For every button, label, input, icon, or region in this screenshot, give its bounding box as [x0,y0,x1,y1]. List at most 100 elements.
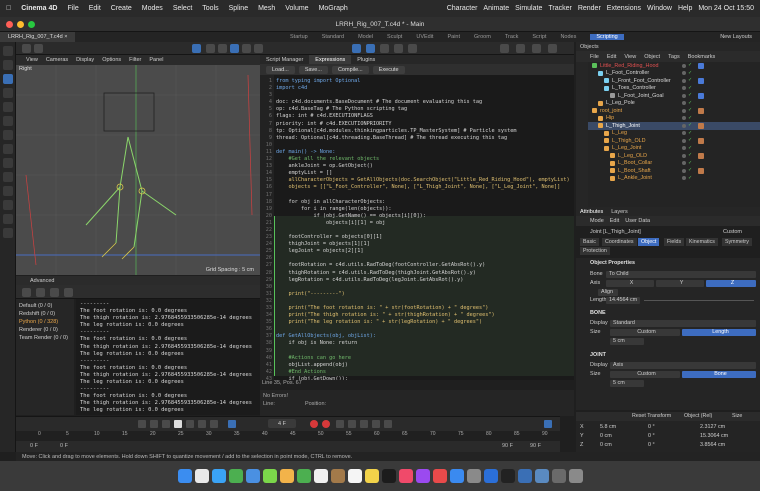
loop-icon[interactable] [228,420,236,428]
reset-transform-button[interactable]: Reset Transform [632,413,671,419]
layout-model[interactable]: Model [358,34,373,40]
object-tag-icon[interactable] [698,137,704,144]
notes-icon[interactable] [364,469,379,483]
object-item[interactable]: L_Foot_Joint_Goal ✓ [588,92,760,100]
layout-script[interactable]: Script [532,34,546,40]
save-button[interactable]: Save... [298,65,328,74]
timeline-ruler[interactable]: 0 5 10 15 20 25 30 35 40 45 50 55 60 65 70 75 80 85 90 [16,431,560,441]
object-tag-icon[interactable] [698,152,704,159]
vp-menu-display[interactable]: Display [76,57,94,63]
tab-layers[interactable]: Layers [611,209,628,215]
layout-nodes[interactable]: Nodes [560,34,576,40]
execute-button[interactable]: Execute [372,65,405,74]
go-to-start-icon[interactable] [138,420,146,428]
maps-icon[interactable] [262,469,277,483]
code-line[interactable]: print("The leg rotation is: " + str(legR… [276,319,574,326]
scale-key-icon[interactable] [372,420,380,428]
enabled-check-icon[interactable]: ✓ [688,123,693,128]
tab-script-manager[interactable]: Script Manager [260,55,309,64]
coord-size[interactable]: 2.3127 cm [700,423,725,431]
enabled-check-icon[interactable]: ✓ [688,115,693,121]
coord-pos[interactable]: 0 cm [600,432,612,440]
length-field[interactable]: 14.4564 cm [606,296,640,304]
menu-spline[interactable]: Spline [229,5,248,12]
code-line[interactable]: objects = [["L_Foot_Controller", None], … [276,184,574,191]
menu-modes[interactable]: Modes [142,5,163,12]
cube-icon[interactable] [206,44,215,53]
layout-paint[interactable]: Paint [447,34,460,40]
object-name[interactable]: L_Foot_Joint_Goal [618,93,664,99]
model-mode-icon[interactable] [192,44,201,53]
clear-console-icon[interactable] [22,288,31,297]
layout-standard[interactable]: Standard [322,34,344,40]
menu-tools[interactable]: Tools [202,5,218,12]
enabled-check-icon[interactable]: ✓ [688,70,693,76]
subtab-kinematics[interactable]: Kinematics [686,238,718,246]
code-line[interactable]: thread: Optional[c4d.threading.BaseThrea… [276,135,574,142]
visibility-dot-icon[interactable] [682,153,686,158]
object-name[interactable]: L_Leg_Joint [612,145,641,151]
display-dropdown[interactable]: Standard [610,319,756,327]
code-line[interactable]: allCharacterObjects = GetAllObjects(doc.… [276,177,574,184]
size-field[interactable]: 5 cm [610,337,644,345]
code-line[interactable]: tp: Optional[c4d.modules.thinkingparticl… [276,128,574,135]
object-item[interactable]: L_Thigh_OLD ✓ [588,137,760,145]
mail-icon[interactable] [245,469,260,483]
source-renderer[interactable]: Renderer (0 / 0) [19,326,71,334]
downloads-icon[interactable] [551,469,566,483]
enabled-check-icon[interactable]: ✓ [688,160,693,166]
subtab-protection[interactable]: Protection [580,247,610,255]
code-line[interactable]: legJoint = objects[2][1] [276,248,574,255]
menu-tracker[interactable]: Tracker [548,5,571,12]
prev-key-icon[interactable] [150,420,158,428]
object-item[interactable]: L_Toes_Controller ✓ [588,85,760,93]
enabled-check-icon[interactable]: ✓ [688,168,693,173]
code-line[interactable] [276,227,574,234]
menu-render[interactable]: Render [578,5,601,12]
object-tag-icon[interactable] [698,107,704,114]
undo-icon[interactable] [22,44,31,53]
reminders-icon[interactable] [347,469,362,483]
bone-dropdown[interactable]: To Child [606,270,756,278]
new-layouts-button[interactable]: New Layouts [720,34,752,40]
code-line[interactable]: #Actions can go here [276,355,574,362]
menu-window[interactable]: Window [647,5,672,12]
zoom-window-button[interactable] [28,21,35,28]
object-item[interactable]: L_Leg_OLD ✓ [588,152,760,160]
code-line[interactable] [276,92,574,99]
code-line[interactable]: op: c4d.BaseTag # The Python scripting t… [276,106,574,113]
object-name[interactable]: Little_Red_Riding_Hood [600,63,658,69]
coord-rot[interactable]: 0 ° [648,432,655,440]
layout-startup[interactable]: Startup [290,34,308,40]
menu-file[interactable]: File [67,5,78,12]
attr-menu-mode[interactable]: Mode [590,218,604,224]
code-line[interactable]: def main() -> None: [276,149,574,156]
menu-simulate[interactable]: Simulate [515,5,542,12]
select-tool-icon[interactable] [3,46,13,56]
code-line[interactable] [276,255,574,262]
tab-expressions[interactable]: Expressions [309,55,352,64]
launchpad-icon[interactable] [194,469,209,483]
object-item[interactable]: L_Boot_Shaft ✓ [588,167,760,175]
visibility-dot-icon[interactable] [682,123,686,128]
layout-track[interactable]: Track [505,34,519,40]
code-line[interactable]: emptyList = [] [276,170,574,177]
facetime-icon[interactable] [296,469,311,483]
rotate-tool-icon[interactable] [3,102,13,112]
object-name[interactable]: L_Ankle_Joint [618,175,652,181]
visibility-dot-icon[interactable] [682,131,686,136]
object-tag-icon[interactable] [698,92,704,99]
panel-d-icon[interactable] [548,44,557,53]
om-menu-tags[interactable]: Tags [668,54,680,60]
tab-attributes[interactable]: Attributes [580,209,603,215]
object-name[interactable]: L_Front_Foot_Controller [612,78,671,84]
code-line[interactable]: print("---------") [276,291,574,298]
contacts-icon[interactable] [330,469,345,483]
code-line[interactable]: #End Actions [276,369,574,376]
viewport[interactable]: Right Grid Spacing : 5 cm [16,65,260,275]
visibility-dot-icon[interactable] [682,93,686,98]
app-menu[interactable]: Cinema 4D [21,5,57,12]
keyframe-selection-icon[interactable] [336,420,344,428]
object-name[interactable]: L_Leg_Pole [606,100,635,106]
code-line[interactable]: doc: c4d.documents.BaseDocument # The do… [276,99,574,106]
